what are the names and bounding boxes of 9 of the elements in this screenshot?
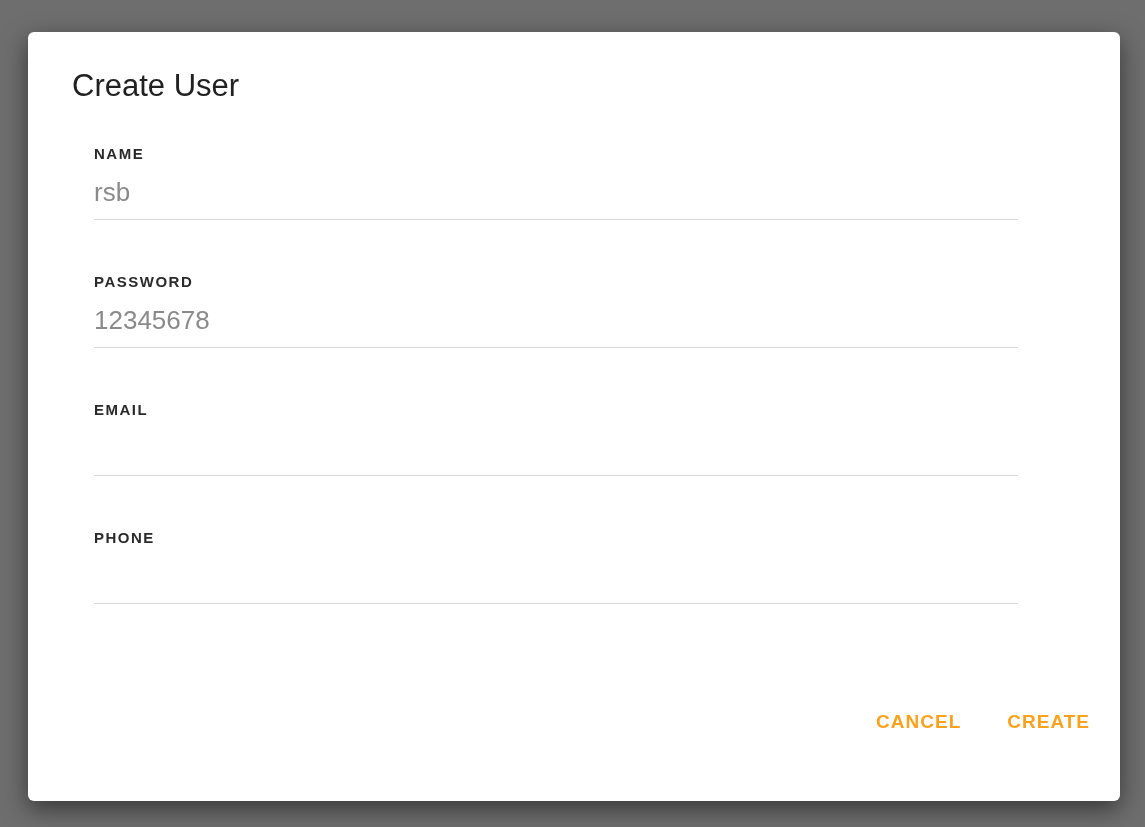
field-label: NAME [94, 145, 146, 162]
dialog-title: Create User [72, 70, 241, 101]
field-label: EMAIL [94, 401, 150, 418]
input-field[interactable]: rsb [94, 162, 1018, 220]
field-label: PASSWORD [94, 273, 195, 290]
field-label: PHONE [94, 529, 156, 546]
dialog-button[interactable]: CREATE [1007, 711, 1090, 733]
input-field[interactable]: 12345678 [94, 290, 1018, 348]
dialog-button[interactable]: CANCEL [876, 711, 962, 733]
